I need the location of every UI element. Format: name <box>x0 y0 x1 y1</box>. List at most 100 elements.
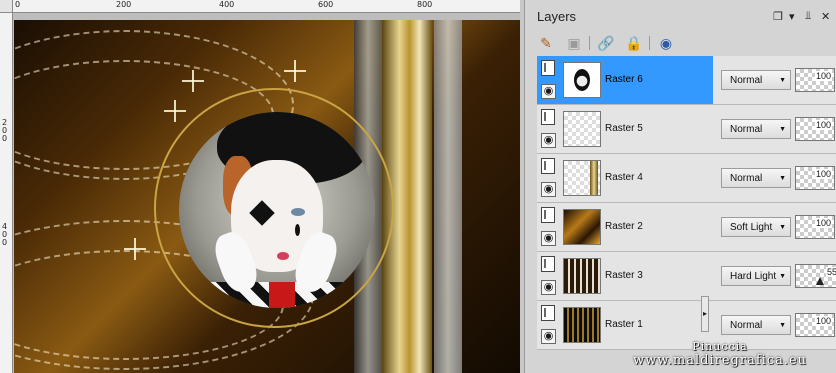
vertical-ruler: 2 0 0 4 0 0 <box>0 13 13 373</box>
layer-list: ◉ Raster 6 Normal ▼ 100 ◉ Raster 5 Normal… <box>537 56 836 373</box>
blend-mode-value: Soft Light <box>730 222 773 233</box>
layer-type-icon <box>541 207 555 223</box>
lock-icon[interactable]: 🔒 <box>625 34 643 52</box>
watermark-author: Pinuccia <box>692 340 748 353</box>
blend-mode-dropdown[interactable]: Normal ▼ <box>721 70 791 90</box>
layer-info[interactable]: ◉ Raster 3 <box>537 252 713 300</box>
layer-thumbnail <box>563 62 601 98</box>
visibility-eye-icon[interactable]: ◉ <box>541 182 556 197</box>
ruler-tick: 2 0 0 <box>2 118 8 143</box>
layer-controls: Normal ▼ 100 <box>713 56 836 104</box>
layer-type-icon <box>541 109 555 125</box>
blend-mode-dropdown[interactable]: Normal ▼ <box>721 168 791 188</box>
opacity-value: 55 <box>825 267 836 277</box>
layer-row-raster-4[interactable]: ◉ Raster 4 Normal ▼ 100 <box>537 154 836 203</box>
layer-name: Raster 2 <box>605 221 643 232</box>
opacity-slider[interactable]: 100 <box>795 117 835 141</box>
toolbar-divider <box>649 36 650 50</box>
opacity-slider[interactable]: 100 <box>795 166 835 190</box>
blend-mode-value: Normal <box>730 173 763 184</box>
chevron-down-icon: ▼ <box>779 224 786 231</box>
red-scarf <box>269 282 295 308</box>
opacity-value: 100 <box>814 316 832 326</box>
visibility-eye-icon[interactable]: ◉ <box>541 329 556 344</box>
blend-mode-dropdown[interactable]: Normal ▼ <box>721 315 791 335</box>
palette-header: Layers ❐ ▾ ⫫ ✕ <box>525 0 836 32</box>
mask-icon[interactable]: ▣ <box>565 34 583 52</box>
layer-info[interactable]: ◉ Raster 2 <box>537 203 713 251</box>
layers-toolbar: ✎ ▣ 🔗 🔒 ◉ <box>525 32 836 56</box>
layer-info[interactable]: ◉ Raster 6 <box>537 56 713 104</box>
palette-title: Layers <box>537 9 577 24</box>
opacity-slider[interactable]: 55 <box>795 264 836 288</box>
layer-type-icon <box>541 158 555 174</box>
pin-icon[interactable]: ⫫ <box>805 10 811 23</box>
chevron-down-icon: ▼ <box>779 175 786 182</box>
layer-thumbnail <box>563 209 601 245</box>
layer-thumbnail <box>563 111 601 147</box>
chevron-down-icon: ▼ <box>779 273 786 280</box>
layer-row-raster-2[interactable]: ◉ Raster 2 Soft Light ▼ 100 <box>537 203 836 252</box>
layer-type-icon <box>541 256 555 272</box>
ruler-corner <box>0 0 13 13</box>
image-canvas[interactable] <box>14 20 520 373</box>
layer-row-raster-3[interactable]: ◉ Raster 3 Hard Light ▼ 55 <box>537 252 836 301</box>
lips <box>277 252 289 260</box>
sparkle <box>124 238 146 260</box>
ruler-tick: 600 <box>318 0 334 9</box>
dropdown-icon[interactable]: ▾ <box>789 10 795 23</box>
ruler-tick: 4 0 0 <box>2 222 8 247</box>
layer-type-icon <box>541 305 555 321</box>
blend-mode-value: Normal <box>730 320 763 331</box>
blend-mode-dropdown[interactable]: Soft Light ▼ <box>721 217 791 237</box>
layer-name: Raster 1 <box>605 319 643 330</box>
layer-name: Raster 6 <box>605 74 643 85</box>
opacity-slider[interactable]: 100 <box>795 215 835 239</box>
ruler-tick: 0 <box>15 0 21 9</box>
visibility-eye-icon[interactable]: ◉ <box>541 231 556 246</box>
panel-splitter-handle[interactable]: ▸ <box>701 296 709 332</box>
opacity-slider[interactable]: 100 <box>795 313 835 337</box>
layer-thumbnail <box>563 307 601 343</box>
visibility-eye-icon[interactable]: ◉ <box>541 84 556 99</box>
sparkle <box>182 70 204 92</box>
opacity-value: 100 <box>814 169 832 179</box>
layer-controls: Normal ▼ 100 <box>713 154 836 202</box>
layer-row-raster-5[interactable]: ◉ Raster 5 Normal ▼ 100 <box>537 105 836 154</box>
link-icon[interactable]: 🔗 <box>597 34 615 52</box>
chevron-down-icon: ▼ <box>779 126 786 133</box>
eye <box>291 208 305 216</box>
ruler-tick: 200 <box>116 0 132 9</box>
blend-mode-dropdown[interactable]: Normal ▼ <box>721 119 791 139</box>
watermark-url: www.maldiregrafica.eu <box>632 353 808 368</box>
toolbar-divider <box>589 36 590 50</box>
blend-palette-icon[interactable]: ◉ <box>657 34 675 52</box>
opacity-pointer[interactable] <box>816 277 824 285</box>
layer-info[interactable]: ◉ Raster 5 <box>537 105 713 153</box>
layer-row-raster-6[interactable]: ◉ Raster 6 Normal ▼ 100 <box>537 56 836 105</box>
close-icon[interactable]: ✕ <box>821 10 830 23</box>
chevron-down-icon: ▼ <box>779 322 786 329</box>
layer-info[interactable]: ◉ Raster 4 <box>537 154 713 202</box>
grey-stripe <box>434 20 462 373</box>
visibility-eye-icon[interactable]: ◉ <box>541 133 556 148</box>
watermark: Pinuccia www.maldiregrafica.eu <box>604 340 836 373</box>
visibility-eye-icon[interactable]: ◉ <box>541 280 556 295</box>
tear-makeup <box>295 224 300 236</box>
opacity-value: 100 <box>814 218 832 228</box>
ruler-tick: 800 <box>417 0 433 9</box>
layer-name: Raster 4 <box>605 172 643 183</box>
sparkle <box>164 100 186 122</box>
opacity-slider[interactable]: 100 <box>795 68 835 92</box>
edit-layer-icon[interactable]: ✎ <box>537 34 555 52</box>
canvas-area: 0 200 400 600 800 2 0 0 4 0 0 <box>0 0 520 373</box>
layer-name: Raster 5 <box>605 123 643 134</box>
blend-mode-dropdown[interactable]: Hard Light ▼ <box>721 266 791 286</box>
restore-icon[interactable]: ❐ <box>773 10 783 23</box>
layer-name: Raster 3 <box>605 270 643 281</box>
opacity-value: 100 <box>814 71 832 81</box>
horizontal-ruler: 0 200 400 600 800 <box>13 0 520 13</box>
layer-type-icon <box>541 60 555 76</box>
ruler-tick: 400 <box>219 0 235 9</box>
layer-controls: Normal ▼ 100 <box>713 105 836 153</box>
